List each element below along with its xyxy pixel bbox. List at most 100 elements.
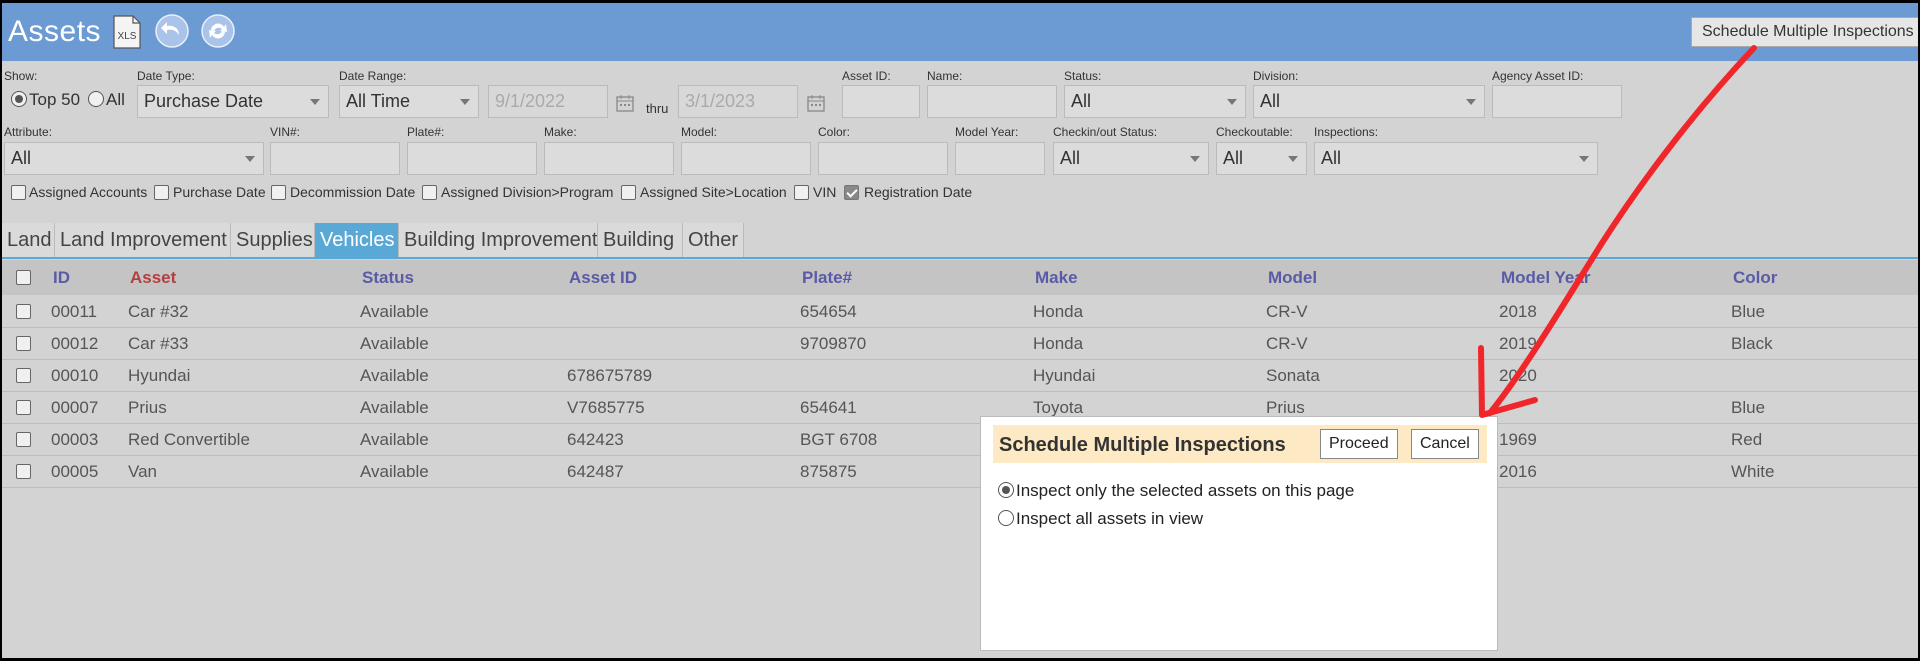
table-row[interactable]: 00005 Van Available 642487 875875 2016 White bbox=[2, 456, 1918, 488]
column-toggle-checkbox[interactable] bbox=[271, 185, 286, 200]
date-from-input[interactable]: 9/1/2022 bbox=[488, 85, 608, 118]
select-all-checkbox[interactable] bbox=[16, 270, 31, 285]
column-toggle-checkbox[interactable] bbox=[422, 185, 437, 200]
column-header-status[interactable]: Status bbox=[362, 268, 414, 288]
column-toggle-checkbox[interactable] bbox=[794, 185, 809, 200]
row-checkbox[interactable] bbox=[16, 400, 31, 415]
division-value: All bbox=[1260, 91, 1281, 111]
table-row[interactable]: 00007 Prius Available V7685775 654641 Toyota P… bbox=[2, 392, 1918, 424]
date-range-select[interactable]: All Time bbox=[339, 85, 479, 118]
show-all-radio[interactable] bbox=[88, 91, 104, 107]
calendar-icon[interactable] bbox=[616, 94, 634, 117]
chevron-down-icon bbox=[245, 156, 255, 162]
make-input[interactable] bbox=[544, 142, 674, 175]
division-label: Division: bbox=[1253, 69, 1299, 83]
tab-building[interactable]: Building bbox=[598, 223, 683, 258]
cell-plate: 654654 bbox=[800, 302, 857, 321]
cell-id: 00011 bbox=[51, 302, 98, 321]
column-header-model[interactable]: Model bbox=[1268, 268, 1317, 288]
row-checkbox[interactable] bbox=[16, 464, 31, 479]
row-checkbox[interactable] bbox=[16, 304, 31, 319]
table-row[interactable]: 00003 Red Convertible Available 642423 BGT 6… bbox=[2, 424, 1918, 456]
back-icon[interactable] bbox=[154, 13, 190, 54]
cell-model-year: 2018 bbox=[1499, 302, 1537, 321]
show-label: Show: bbox=[4, 69, 38, 83]
tab-vehicles[interactable]: Vehicles bbox=[315, 223, 399, 258]
cell-model: Sonata bbox=[1266, 366, 1320, 385]
cell-make: Honda bbox=[1033, 302, 1084, 321]
column-header-plate[interactable]: Plate# bbox=[802, 268, 852, 288]
inspect-selected-radio[interactable] bbox=[998, 482, 1014, 498]
checkoutable-value: All bbox=[1223, 148, 1244, 168]
tab-supplies[interactable]: Supplies bbox=[231, 223, 315, 258]
plate-input[interactable] bbox=[407, 142, 537, 175]
cell-status: Available bbox=[360, 398, 429, 417]
asset-id-input[interactable] bbox=[842, 85, 920, 118]
chevron-down-icon bbox=[1288, 156, 1298, 162]
inspections-select[interactable]: All bbox=[1314, 142, 1598, 175]
checkinout-status-select[interactable]: All bbox=[1053, 142, 1209, 175]
row-checkbox[interactable] bbox=[16, 336, 31, 351]
inspections-label: Inspections: bbox=[1314, 125, 1379, 139]
model-year-input[interactable] bbox=[955, 142, 1045, 175]
schedule-inspections-dialog: Schedule Multiple Inspections Proceed Ca… bbox=[980, 416, 1498, 651]
checkinout-status-label: Checkin/out Status: bbox=[1053, 125, 1158, 139]
column-toggle-label: Decommission Date bbox=[290, 184, 416, 200]
inspect-all-radio[interactable] bbox=[998, 510, 1014, 526]
cell-asset: Car #32 bbox=[128, 302, 189, 321]
cell-color: Red bbox=[1731, 430, 1763, 449]
vin-label: VIN#: bbox=[270, 125, 301, 139]
cell-asset-id: 642423 bbox=[567, 430, 624, 449]
refresh-icon[interactable] bbox=[200, 13, 236, 54]
column-toggle-checkbox[interactable] bbox=[154, 185, 169, 200]
column-header-color[interactable]: Color bbox=[1733, 268, 1777, 288]
app-window: Assets XLS Schedule Multiple Inspections… bbox=[2, 3, 1918, 658]
row-checkbox[interactable] bbox=[16, 432, 31, 447]
column-header-asset[interactable]: Asset bbox=[130, 268, 176, 288]
column-toggle-checkbox[interactable] bbox=[621, 185, 636, 200]
division-select[interactable]: All bbox=[1253, 85, 1485, 118]
schedule-multiple-inspections-button[interactable]: Schedule Multiple Inspections bbox=[1691, 17, 1918, 47]
table-row[interactable]: 00010 Hyundai Available 678675789 Hyundai Son… bbox=[2, 360, 1918, 392]
name-label: Name: bbox=[927, 69, 963, 83]
status-select[interactable]: All bbox=[1064, 85, 1246, 118]
table-row[interactable]: 00012 Car #33 Available 9709870 Honda CR-V 201… bbox=[2, 328, 1918, 360]
xls-label: XLS bbox=[118, 31, 137, 42]
cell-model: Prius bbox=[1266, 398, 1305, 417]
cell-status: Available bbox=[360, 366, 429, 385]
checkoutable-select[interactable]: All bbox=[1216, 142, 1307, 175]
tab-other[interactable]: Other bbox=[683, 223, 744, 258]
tab-building-improvement[interactable]: Building Improvement bbox=[399, 223, 598, 258]
column-header-model-year[interactable]: Model Year bbox=[1501, 268, 1590, 288]
chevron-down-icon bbox=[1466, 99, 1476, 105]
name-input[interactable] bbox=[927, 85, 1057, 118]
cell-model-year: 2016 bbox=[1499, 462, 1537, 481]
cell-id: 00012 bbox=[51, 334, 99, 353]
date-to-input[interactable]: 3/1/2023 bbox=[678, 85, 798, 118]
cell-plate: 9709870 bbox=[800, 334, 867, 353]
date-type-select[interactable]: Purchase Date bbox=[137, 85, 329, 118]
chevron-down-icon bbox=[1579, 156, 1589, 162]
color-input[interactable] bbox=[818, 142, 948, 175]
cell-color: White bbox=[1731, 462, 1775, 481]
model-input[interactable] bbox=[681, 142, 811, 175]
column-toggle-checkbox[interactable] bbox=[11, 185, 26, 200]
column-toggle-checkbox[interactable] bbox=[844, 185, 859, 200]
cell-plate: 875875 bbox=[800, 462, 857, 481]
proceed-button[interactable]: Proceed bbox=[1320, 429, 1398, 459]
xls-icon[interactable]: XLS bbox=[112, 15, 142, 54]
table-row[interactable]: 00011 Car #32 Available 654654 Honda CR-V 2018… bbox=[2, 296, 1918, 328]
column-header-make[interactable]: Make bbox=[1035, 268, 1078, 288]
show-top50-radio[interactable] bbox=[11, 91, 27, 107]
calendar-icon[interactable] bbox=[807, 94, 825, 117]
cell-status: Available bbox=[360, 430, 429, 449]
cancel-button[interactable]: Cancel bbox=[1411, 429, 1479, 459]
tab-land[interactable]: Land bbox=[2, 223, 55, 258]
agency-asset-id-input[interactable] bbox=[1492, 85, 1622, 118]
column-header-asset-id[interactable]: Asset ID bbox=[569, 268, 637, 288]
column-header-id[interactable]: ID bbox=[53, 268, 70, 288]
attribute-select[interactable]: All bbox=[4, 142, 264, 175]
tab-land-improvement[interactable]: Land Improvement bbox=[55, 223, 231, 258]
row-checkbox[interactable] bbox=[16, 368, 31, 383]
vin-input[interactable] bbox=[270, 142, 400, 175]
